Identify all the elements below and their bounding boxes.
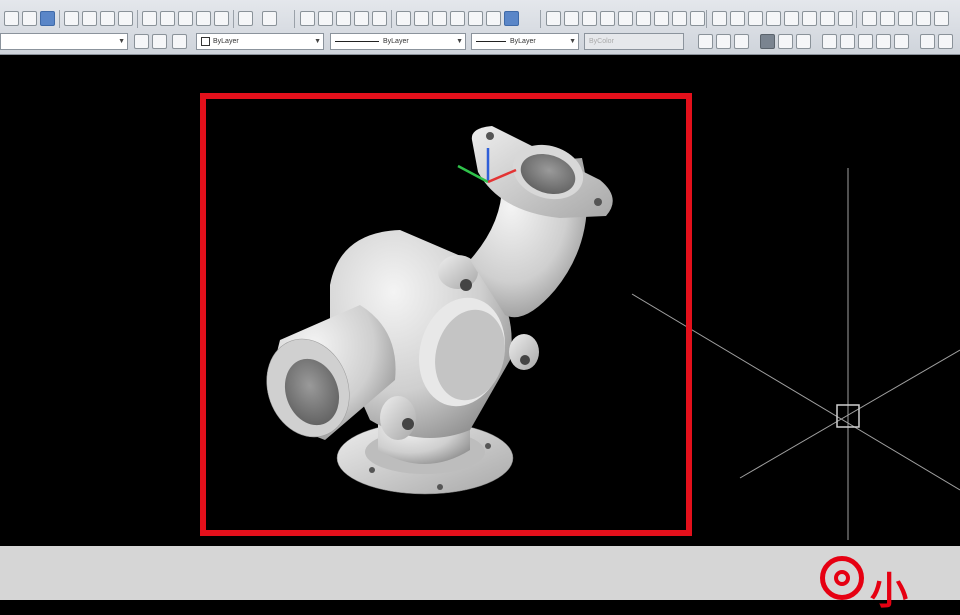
plotstyle-combo: ByColor xyxy=(584,33,684,50)
shaded-icon[interactable] xyxy=(760,34,775,49)
toolbar-separator xyxy=(137,10,138,28)
color-value: ByLayer xyxy=(213,38,239,45)
linetype-value: ByLayer xyxy=(383,38,409,45)
toolbar: ▼ ByLayer ▼ ByLayer ▼ ByLayer ▼ ByColor xyxy=(0,0,960,55)
zoom-previous-icon[interactable] xyxy=(354,11,369,26)
wireframe-icon[interactable] xyxy=(716,34,731,49)
ellipse-icon[interactable] xyxy=(690,11,705,26)
toolbar-separator xyxy=(540,10,541,28)
help-icon[interactable] xyxy=(504,11,519,26)
zoom-realtime-icon[interactable] xyxy=(318,11,333,26)
polyline-icon[interactable] xyxy=(564,11,579,26)
point-icon[interactable] xyxy=(748,11,763,26)
markup-icon[interactable] xyxy=(468,11,483,26)
region-icon[interactable] xyxy=(802,11,817,26)
circle-icon[interactable] xyxy=(636,11,651,26)
toolbar-separator xyxy=(856,10,857,28)
spline-icon[interactable] xyxy=(672,11,687,26)
mtext-icon[interactable] xyxy=(838,11,853,26)
arc-icon[interactable] xyxy=(618,11,633,26)
watermark-logo-dot xyxy=(834,570,850,586)
make-block-icon[interactable] xyxy=(730,11,745,26)
design-center-icon[interactable] xyxy=(414,11,429,26)
chevron-down-icon: ▼ xyxy=(569,38,576,45)
preview-icon[interactable] xyxy=(82,11,97,26)
conceptual-icon[interactable] xyxy=(796,34,811,49)
layer-previous-icon[interactable] xyxy=(152,34,167,49)
chevron-down-icon: ▼ xyxy=(314,38,321,45)
plot-icon[interactable] xyxy=(118,11,133,26)
selection-frame xyxy=(200,93,692,536)
lineweight-preview xyxy=(476,40,506,42)
properties-toolbar: ▼ ByLayer ▼ ByLayer ▼ ByLayer ▼ ByColor xyxy=(0,32,960,52)
redo-icon[interactable] xyxy=(262,11,277,26)
plotstyle-value: ByColor xyxy=(589,38,614,45)
zoom-window-icon[interactable] xyxy=(336,11,351,26)
color-combo[interactable]: ByLayer ▼ xyxy=(196,33,324,50)
line-icon[interactable] xyxy=(546,11,561,26)
color-swatch xyxy=(201,36,210,46)
polygon-icon[interactable] xyxy=(582,11,597,26)
tool-palette-icon[interactable] xyxy=(432,11,447,26)
toolbar-separator xyxy=(294,10,295,28)
layer-previous-icon[interactable] xyxy=(898,11,913,26)
visual-style-icon[interactable] xyxy=(698,34,713,49)
view-front-icon[interactable] xyxy=(840,34,855,49)
toolbar-separator xyxy=(706,10,707,28)
pan-icon[interactable] xyxy=(300,11,315,26)
insert-block-icon[interactable] xyxy=(712,11,727,26)
table-icon[interactable] xyxy=(820,11,835,26)
layer-icon[interactable] xyxy=(862,11,877,26)
calculator-icon[interactable] xyxy=(486,11,501,26)
hatch-icon[interactable] xyxy=(766,11,781,26)
standard-toolbar xyxy=(0,6,960,32)
new-icon[interactable] xyxy=(4,11,19,26)
print-icon[interactable] xyxy=(64,11,79,26)
chevron-down-icon: ▼ xyxy=(118,38,125,45)
render-icon[interactable] xyxy=(938,34,953,49)
orbit-icon[interactable] xyxy=(920,34,935,49)
view-iso-ne-icon[interactable] xyxy=(894,34,909,49)
chevron-down-icon: ▼ xyxy=(456,38,463,45)
match-icon[interactable] xyxy=(196,11,211,26)
linetype-combo[interactable]: ByLayer ▼ xyxy=(330,33,466,50)
copy-icon[interactable] xyxy=(160,11,175,26)
lineweight-value: ByLayer xyxy=(510,38,536,45)
bottom-strip xyxy=(0,546,960,600)
publish-icon[interactable] xyxy=(100,11,115,26)
cut-icon[interactable] xyxy=(142,11,157,26)
revcloud-icon[interactable] xyxy=(654,11,669,26)
make-current-layer-icon[interactable] xyxy=(134,34,149,49)
view-left-icon[interactable] xyxy=(858,34,873,49)
open-icon[interactable] xyxy=(22,11,37,26)
save-icon[interactable] xyxy=(40,11,55,26)
paste-icon[interactable] xyxy=(178,11,193,26)
sheet-set-icon[interactable] xyxy=(450,11,465,26)
toolbar-separator xyxy=(391,10,392,28)
view-iso-icon[interactable] xyxy=(876,34,891,49)
layer-combo[interactable]: ▼ xyxy=(0,33,128,50)
lineweight-combo[interactable]: ByLayer ▼ xyxy=(471,33,579,50)
block-editor-icon[interactable] xyxy=(214,11,229,26)
linetype-preview xyxy=(335,40,379,42)
toolbar-separator xyxy=(59,10,60,28)
layer-state-icon[interactable] xyxy=(880,11,895,26)
rectangle-icon[interactable] xyxy=(600,11,615,26)
dim-style-icon[interactable] xyxy=(934,11,949,26)
view-top-icon[interactable] xyxy=(822,34,837,49)
undo-icon[interactable] xyxy=(238,11,253,26)
toolbar-separator xyxy=(233,10,234,28)
watermark-text: 小 xyxy=(870,569,909,613)
zoom-extents-icon[interactable] xyxy=(372,11,387,26)
text-style-icon[interactable] xyxy=(916,11,931,26)
hidden-icon[interactable] xyxy=(734,34,749,49)
gradient-icon[interactable] xyxy=(784,11,799,26)
layer-walk-icon[interactable] xyxy=(172,34,187,49)
realistic-icon[interactable] xyxy=(778,34,793,49)
properties-icon[interactable] xyxy=(396,11,411,26)
